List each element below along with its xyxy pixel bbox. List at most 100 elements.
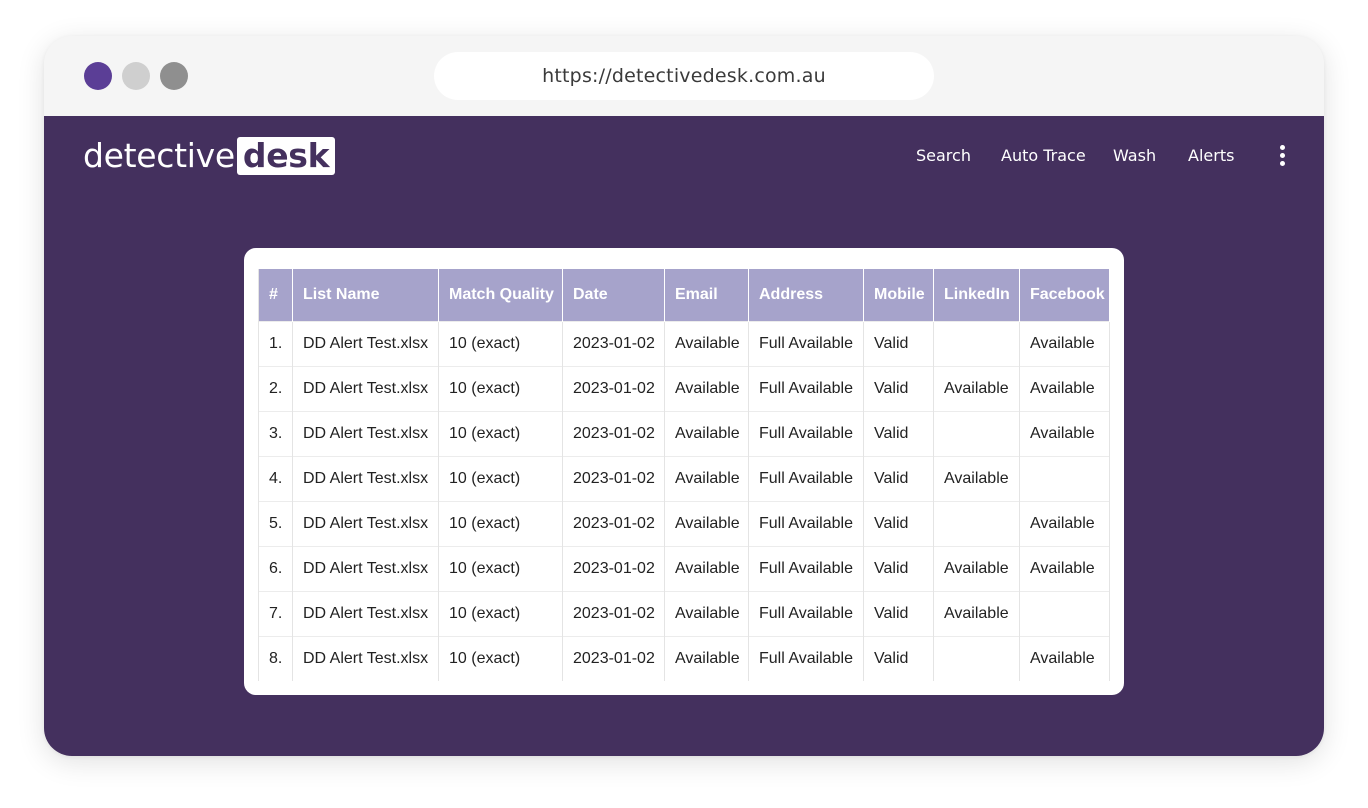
cell-col-email: Available <box>664 636 749 681</box>
nav-alerts[interactable]: Alerts <box>1188 144 1234 168</box>
cell-col-list-name: DD Alert Test.xlsx <box>292 591 439 637</box>
cell-col-facebook: Available <box>1019 636 1110 681</box>
address-bar[interactable]: https://detectivedesk.com.au <box>434 52 934 100</box>
cell-col-mobile: Valid <box>863 321 934 367</box>
cell-col-email: Available <box>664 366 749 412</box>
logo-text-detective: detective <box>83 136 235 175</box>
table-row[interactable]: 2. DD Alert Test.xlsx 10 (exact) 2023-01-02… <box>258 366 1110 412</box>
cell-col-mobile: Valid <box>863 366 934 412</box>
results-card: # List Name Match Quality Date Email Address M… <box>244 248 1124 695</box>
cell-col-match-quality: 10 (exact) <box>438 321 563 367</box>
cell-col-email: Available <box>664 546 749 592</box>
kebab-menu-icon[interactable] <box>1274 145 1290 167</box>
cell-col-mobile: Valid <box>863 546 934 592</box>
cell-col-address: Full Available <box>748 366 864 412</box>
site-content: detective desk Search Auto Trace Wash Al… <box>44 116 1324 756</box>
cell-col-email: Available <box>664 321 749 367</box>
cell-col-list-name: DD Alert Test.xlsx <box>292 411 439 457</box>
cell-col-match-quality: 10 (exact) <box>438 501 563 547</box>
cell-col-index: 5. <box>258 501 293 547</box>
cell-col-facebook: Available <box>1019 321 1110 367</box>
table-row[interactable]: 7. DD Alert Test.xlsx 10 (exact) 2023-01-02… <box>258 591 1110 637</box>
header-col-date[interactable]: Date <box>562 269 665 322</box>
cell-col-address: Full Available <box>748 546 864 592</box>
cell-col-facebook <box>1019 456 1110 502</box>
header-col-match-quality[interactable]: Match Quality <box>438 269 563 322</box>
header-col-index[interactable]: # <box>258 269 293 322</box>
table-row[interactable]: 1. DD Alert Test.xlsx 10 (exact) 2023-01-02… <box>258 321 1110 367</box>
cell-col-linkedin <box>933 501 1020 547</box>
cell-col-index: 3. <box>258 411 293 457</box>
cell-col-date: 2023-01-02 <box>562 321 665 367</box>
cell-col-match-quality: 10 (exact) <box>438 591 563 637</box>
header-col-email[interactable]: Email <box>664 269 749 322</box>
cell-col-match-quality: 10 (exact) <box>438 366 563 412</box>
cell-col-facebook <box>1019 591 1110 637</box>
cell-col-index: 4. <box>258 456 293 502</box>
cell-col-list-name: DD Alert Test.xlsx <box>292 636 439 681</box>
nav-wash[interactable]: Wash <box>1113 144 1156 168</box>
cell-col-email: Available <box>664 501 749 547</box>
cell-col-list-name: DD Alert Test.xlsx <box>292 456 439 502</box>
cell-col-linkedin <box>933 636 1020 681</box>
close-dot[interactable] <box>84 62 112 90</box>
table-row[interactable]: 5. DD Alert Test.xlsx 10 (exact) 2023-01-02… <box>258 501 1110 547</box>
cell-col-match-quality: 10 (exact) <box>438 456 563 502</box>
cell-col-date: 2023-01-02 <box>562 636 665 681</box>
results-table: # List Name Match Quality Date Email Address M… <box>258 269 1110 681</box>
header-col-facebook[interactable]: Facebook <box>1019 269 1110 322</box>
cell-col-mobile: Valid <box>863 636 934 681</box>
cell-col-address: Full Available <box>748 321 864 367</box>
nav-auto-trace[interactable]: Auto Trace <box>1001 144 1086 168</box>
table-row[interactable]: 6. DD Alert Test.xlsx 10 (exact) 2023-01-02… <box>258 546 1110 592</box>
cell-col-index: 1. <box>258 321 293 367</box>
cell-col-mobile: Valid <box>863 501 934 547</box>
nav-search[interactable]: Search <box>916 144 971 168</box>
kebab-dot <box>1280 161 1285 166</box>
logo[interactable]: detective desk <box>83 136 336 175</box>
cell-col-linkedin <box>933 411 1020 457</box>
table-header-row: # List Name Match Quality Date Email Address M… <box>258 269 1110 322</box>
cell-col-list-name: DD Alert Test.xlsx <box>292 321 439 367</box>
kebab-dot <box>1280 145 1285 150</box>
browser-window: https://detectivedesk.com.au detective d… <box>44 36 1324 756</box>
cell-col-date: 2023-01-02 <box>562 366 665 412</box>
cell-col-date: 2023-01-02 <box>562 456 665 502</box>
cell-col-facebook: Available <box>1019 411 1110 457</box>
maximize-dot[interactable] <box>160 62 188 90</box>
cell-col-index: 6. <box>258 546 293 592</box>
cell-col-list-name: DD Alert Test.xlsx <box>292 501 439 547</box>
cell-col-mobile: Valid <box>863 456 934 502</box>
cell-col-address: Full Available <box>748 501 864 547</box>
header-col-mobile[interactable]: Mobile <box>863 269 934 322</box>
cell-col-address: Full Available <box>748 411 864 457</box>
cell-col-match-quality: 10 (exact) <box>438 546 563 592</box>
kebab-dot <box>1280 153 1285 158</box>
header-col-list-name[interactable]: List Name <box>292 269 439 322</box>
cell-col-list-name: DD Alert Test.xlsx <box>292 366 439 412</box>
cell-col-mobile: Valid <box>863 411 934 457</box>
url-text: https://detectivedesk.com.au <box>542 65 826 87</box>
cell-col-index: 8. <box>258 636 293 681</box>
cell-col-address: Full Available <box>748 591 864 637</box>
cell-col-match-quality: 10 (exact) <box>438 636 563 681</box>
cell-col-email: Available <box>664 591 749 637</box>
cell-col-email: Available <box>664 456 749 502</box>
cell-col-linkedin: Available <box>933 456 1020 502</box>
table-body: 1. DD Alert Test.xlsx 10 (exact) 2023-01-02… <box>258 321 1110 681</box>
cell-col-index: 7. <box>258 591 293 637</box>
cell-col-facebook: Available <box>1019 366 1110 412</box>
logo-text-desk: desk <box>236 137 336 175</box>
minimize-dot[interactable] <box>122 62 150 90</box>
table-row[interactable]: 4. DD Alert Test.xlsx 10 (exact) 2023-01-02… <box>258 456 1110 502</box>
table-row[interactable]: 3. DD Alert Test.xlsx 10 (exact) 2023-01-02… <box>258 411 1110 457</box>
header-col-linkedin[interactable]: LinkedIn <box>933 269 1020 322</box>
cell-col-address: Full Available <box>748 456 864 502</box>
cell-col-linkedin: Available <box>933 366 1020 412</box>
cell-col-mobile: Valid <box>863 591 934 637</box>
cell-col-facebook: Available <box>1019 546 1110 592</box>
cell-col-email: Available <box>664 411 749 457</box>
cell-col-linkedin: Available <box>933 591 1020 637</box>
table-row[interactable]: 8. DD Alert Test.xlsx 10 (exact) 2023-01-02… <box>258 636 1110 681</box>
header-col-address[interactable]: Address <box>748 269 864 322</box>
